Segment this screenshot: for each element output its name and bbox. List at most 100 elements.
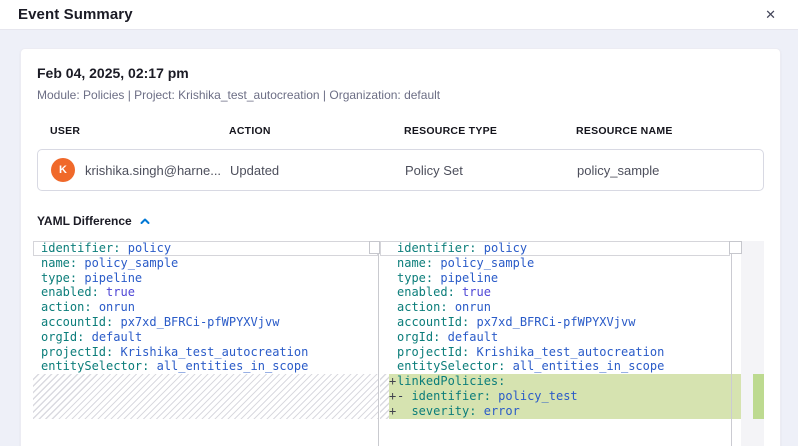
modal-header: Event Summary ✕	[0, 0, 798, 30]
yaml-key: severity:	[411, 404, 476, 418]
yaml-key: projectId:	[397, 345, 469, 359]
overview-added-marker	[753, 374, 764, 419]
yaml-diff-line: action: onrun	[33, 300, 378, 315]
yaml-value: pipeline	[84, 271, 142, 285]
yaml-key: orgId:	[397, 330, 440, 344]
table-header-row: USER ACTION RESOURCE TYPE RESOURCE NAME	[37, 125, 764, 137]
yaml-value: all_entities_in_scope	[513, 359, 665, 373]
action-cell: Updated	[230, 163, 405, 178]
yaml-value: Krishika_test_autocreation	[120, 345, 308, 359]
yaml-key: action:	[41, 300, 92, 314]
yaml-diff-line: accountId: px7xd_BFRCi-pfWPYXVjvw	[380, 315, 741, 330]
yaml-key: type:	[41, 271, 77, 285]
yaml-key: entitySelector:	[397, 359, 505, 373]
yaml-diff-line: identifier: policy	[33, 241, 378, 256]
user-name: krishika.singh@harne...	[85, 163, 221, 178]
yaml-key: linkedPolicies:	[397, 374, 505, 388]
yaml-value: policy	[128, 241, 171, 255]
yaml-key: entitySelector:	[41, 359, 149, 373]
page-title: Event Summary	[18, 6, 133, 23]
column-header-resource-name: RESOURCE NAME	[576, 125, 764, 137]
yaml-diff-line: identifier: policy	[380, 241, 741, 256]
diff-pane-original[interactable]: identifier: policyname: policy_sampletyp…	[33, 241, 379, 446]
yaml-key: enabled:	[397, 285, 455, 299]
yaml-list-dash: -	[397, 389, 411, 403]
column-header-user: USER	[37, 125, 229, 137]
yaml-diff-line: name: policy_sample	[380, 256, 741, 271]
resource-name-cell: policy_sample	[577, 163, 763, 178]
column-header-action: ACTION	[229, 125, 404, 137]
resource-type-cell: Policy Set	[405, 163, 577, 178]
yaml-diff-line: + severity: error	[389, 404, 741, 419]
yaml-value: px7xd_BFRCi-pfWPYXVjvw	[476, 315, 635, 329]
diff-pane-modified[interactable]: identifier: policyname: policy_sampletyp…	[380, 241, 741, 446]
yaml-diff-line: projectId: Krishika_test_autocreation	[380, 345, 741, 360]
event-timestamp: Feb 04, 2025, 02:17 pm	[37, 65, 764, 81]
yaml-difference-toggle[interactable]: YAML Difference	[37, 213, 764, 228]
yaml-value: true	[106, 285, 135, 299]
yaml-key: projectId:	[41, 345, 113, 359]
yaml-value: all_entities_in_scope	[157, 359, 309, 373]
close-icon[interactable]: ✕	[761, 6, 780, 23]
yaml-difference-label: YAML Difference	[37, 214, 132, 228]
user-cell: K krishika.singh@harne...	[38, 158, 230, 182]
yaml-value: policy_test	[498, 389, 577, 403]
yaml-diff-line: type: pipeline	[380, 271, 741, 286]
yaml-key: action:	[397, 300, 448, 314]
yaml-diff-line: +linkedPolicies:	[389, 374, 741, 389]
yaml-key: name:	[41, 256, 77, 270]
table-row[interactable]: K krishika.singh@harne... Updated Policy…	[37, 149, 764, 191]
yaml-diff-line: action: onrun	[380, 300, 741, 315]
modal-body: Feb 04, 2025, 02:17 pm Module: Policies …	[0, 30, 798, 446]
yaml-value: policy_sample	[440, 256, 534, 270]
yaml-diff-line: +- identifier: policy_test	[389, 389, 741, 404]
yaml-key: accountId:	[397, 315, 469, 329]
yaml-diff-line: enabled: true	[33, 285, 378, 300]
yaml-value: default	[92, 330, 143, 344]
diff-overview-ruler[interactable]	[741, 241, 764, 446]
yaml-diff-line: orgId: default	[33, 330, 378, 345]
yaml-value: true	[462, 285, 491, 299]
yaml-key: name:	[397, 256, 433, 270]
yaml-value: error	[484, 404, 520, 418]
yaml-key: type:	[397, 271, 433, 285]
yaml-value: Krishika_test_autocreation	[476, 345, 664, 359]
yaml-diff-line: entitySelector: all_entities_in_scope	[33, 359, 378, 374]
avatar: K	[51, 158, 75, 182]
yaml-key: identifier:	[397, 241, 476, 255]
diff-empty-region-hatch	[33, 374, 378, 418]
yaml-diff-line: projectId: Krishika_test_autocreation	[33, 345, 378, 360]
yaml-value: px7xd_BFRCi-pfWPYXVjvw	[120, 315, 279, 329]
yaml-diff-line: orgId: default	[380, 330, 741, 345]
yaml-diff-line: type: pipeline	[33, 271, 378, 286]
yaml-diff-line: name: policy_sample	[33, 256, 378, 271]
diff-gutter-hatch	[380, 374, 389, 418]
column-header-resource-type: RESOURCE TYPE	[404, 125, 576, 137]
yaml-key: identifier:	[411, 389, 490, 403]
yaml-diff-line: entitySelector: all_entities_in_scope	[380, 359, 741, 374]
event-meta: Module: Policies | Project: Krishika_tes…	[37, 88, 764, 102]
yaml-value: policy_sample	[84, 256, 178, 270]
yaml-value: default	[448, 330, 499, 344]
yaml-list-dash	[397, 404, 411, 418]
yaml-key: identifier:	[41, 241, 120, 255]
yaml-diff-line: enabled: true	[380, 285, 741, 300]
yaml-value: onrun	[99, 300, 135, 314]
yaml-key: orgId:	[41, 330, 84, 344]
yaml-key: accountId:	[41, 315, 113, 329]
left-scrollbar[interactable]	[369, 241, 380, 254]
yaml-value: onrun	[455, 300, 491, 314]
editor-boundary-line	[731, 241, 732, 446]
event-summary-modal: Event Summary ✕ Feb 04, 2025, 02:17 pm M…	[0, 0, 798, 446]
yaml-value: policy	[484, 241, 527, 255]
right-scrollbar[interactable]	[729, 241, 742, 254]
yaml-diff-editor[interactable]: identifier: policyname: policy_sampletyp…	[33, 241, 764, 446]
chevron-up-icon[interactable]	[139, 215, 151, 227]
yaml-value: pipeline	[440, 271, 498, 285]
yaml-key: enabled:	[41, 285, 99, 299]
diff-added-marker: +	[389, 404, 397, 419]
diff-added-marker: +	[389, 389, 397, 404]
diff-added-marker: +	[389, 374, 397, 389]
yaml-diff-line: accountId: px7xd_BFRCi-pfWPYXVjvw	[33, 315, 378, 330]
event-card: Feb 04, 2025, 02:17 pm Module: Policies …	[20, 48, 781, 446]
